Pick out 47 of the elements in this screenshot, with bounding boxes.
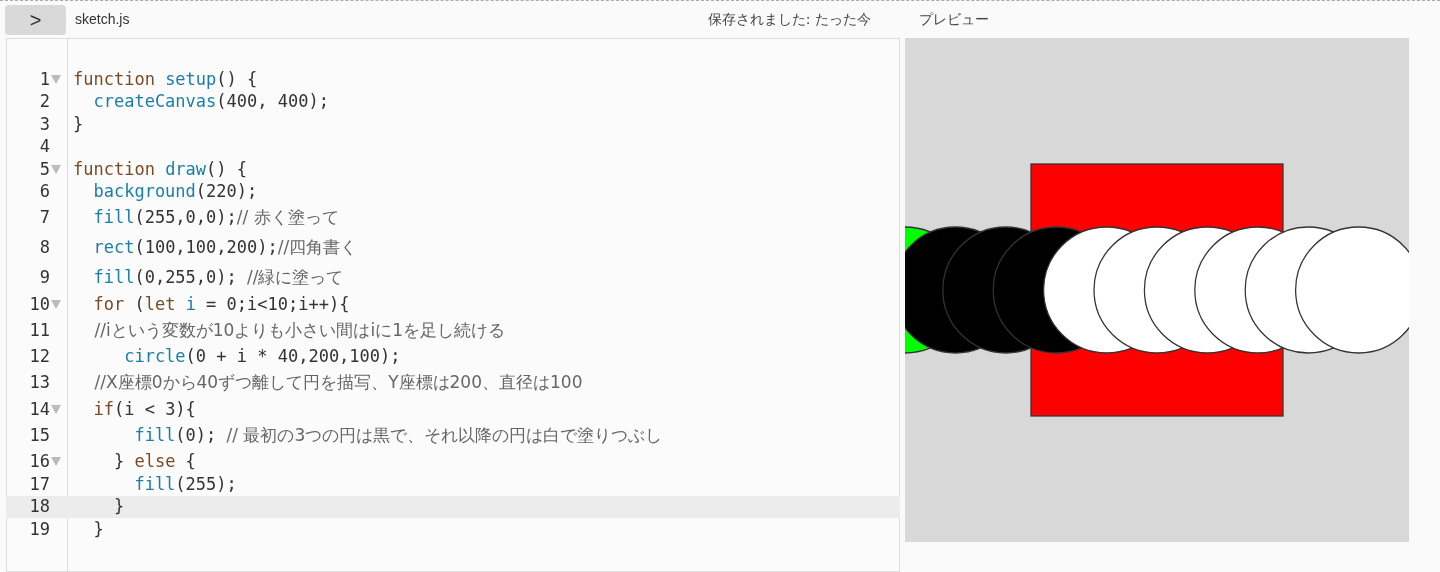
line-number: 18 bbox=[28, 495, 50, 518]
code-line: createCanvas(400, 400); bbox=[92, 90, 329, 113]
line-number: 11 bbox=[28, 318, 50, 342]
code-line: function draw() { bbox=[72, 157, 248, 181]
line-number: 3 bbox=[38, 112, 50, 136]
line-number: 10 bbox=[28, 292, 50, 316]
fold-arrow-icon[interactable] bbox=[51, 404, 61, 414]
panel-toggle-button[interactable]: > bbox=[5, 4, 66, 35]
code-line: fill(255,0,0);// 赤く塗って bbox=[92, 206, 339, 230]
code-line: circle(0 + i * 40,200,100); bbox=[123, 345, 401, 368]
line-number: 2 bbox=[38, 90, 50, 113]
code-line: fill(255); bbox=[133, 472, 237, 496]
line-number: 7 bbox=[38, 206, 50, 230]
line-number: 15 bbox=[28, 423, 50, 447]
line-number: 16 bbox=[28, 450, 50, 473]
line-number: 17 bbox=[28, 472, 50, 496]
line-number: 4 bbox=[38, 135, 50, 158]
code-line: } bbox=[112, 495, 125, 518]
line-number: 19 bbox=[28, 517, 50, 541]
line-number: 5 bbox=[38, 157, 50, 181]
code-line: } bbox=[92, 517, 104, 541]
line-number: 9 bbox=[38, 266, 50, 290]
code-line: } bbox=[72, 112, 84, 136]
fold-arrow-icon[interactable] bbox=[51, 457, 61, 467]
line-number: 1 bbox=[38, 67, 50, 91]
line-number: 13 bbox=[28, 371, 50, 395]
line-number: 6 bbox=[38, 180, 50, 203]
code-line: //iという変数が10よりも小さい間はiに1を足し続ける bbox=[93, 318, 505, 342]
code-editor[interactable] bbox=[6, 38, 900, 572]
preview-title: プレビュー bbox=[918, 10, 990, 29]
code-line: } else { bbox=[112, 450, 196, 473]
fold-arrow-icon[interactable] bbox=[51, 299, 61, 309]
code-line: //X座標0から40ずつ離して円を描写、Y座標は200、直径は100 bbox=[93, 371, 583, 395]
code-line: background(220); bbox=[92, 180, 258, 203]
code-line: rect(100,100,200);//四角書く bbox=[92, 236, 358, 260]
fold-arrow-icon[interactable] bbox=[51, 164, 61, 174]
fold-arrow-icon[interactable] bbox=[51, 74, 61, 84]
file-name: sketch.js bbox=[75, 10, 130, 29]
line-number: 14 bbox=[28, 397, 50, 421]
code-line: fill(0,255,0); //緑に塗って bbox=[92, 266, 344, 290]
line-number: 8 bbox=[38, 236, 50, 260]
code-line: function setup() { bbox=[72, 67, 258, 91]
code-line: for (let i = 0;i<10;i++){ bbox=[92, 292, 350, 316]
line-number: 12 bbox=[28, 345, 50, 368]
code-line: if(i < 3){ bbox=[92, 397, 196, 421]
code-line: fill(0); // 最初の3つの円は黒で、それ以降の円は白で塗りつぶし bbox=[133, 423, 663, 447]
save-status: 保存されました: たった今 bbox=[707, 10, 871, 29]
